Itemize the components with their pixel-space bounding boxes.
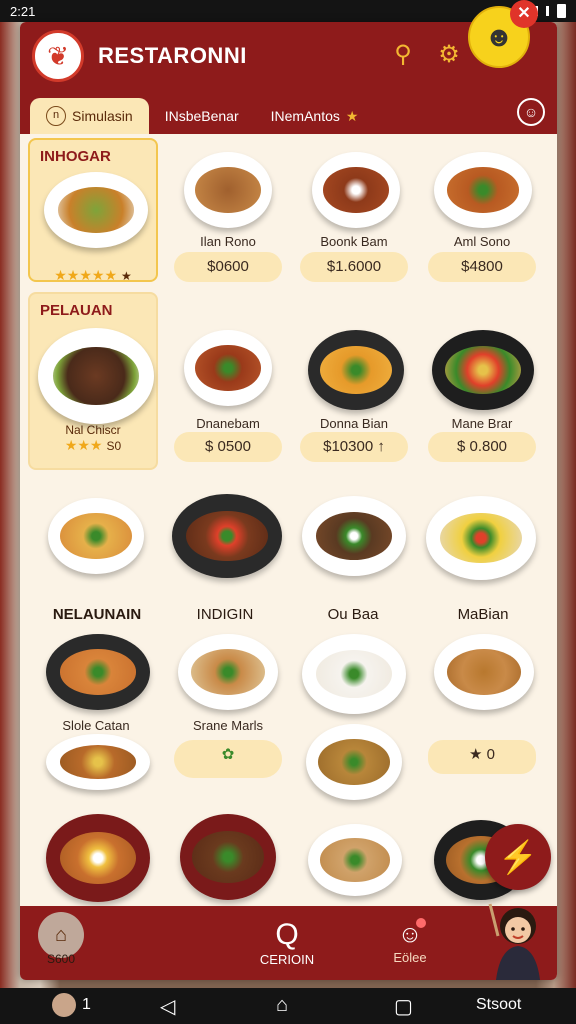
- app-title: RESTARONNI: [98, 43, 247, 68]
- category-tabs: n Simulasin INsbeBenar INemAntos ★ ☺: [20, 90, 557, 134]
- tab-badge-icon: n: [46, 106, 66, 126]
- price-pill[interactable]: $0600: [174, 252, 282, 282]
- featured-card-title: PELAUAN: [40, 302, 113, 319]
- dish-image[interactable]: [46, 734, 150, 790]
- recents-icon[interactable]: ▢: [394, 994, 413, 1019]
- rating-stars: ★★★★★ ★: [54, 267, 132, 283]
- dish-image[interactable]: [312, 152, 400, 228]
- section-heading: MaBian: [457, 606, 509, 623]
- dish-image[interactable]: [172, 494, 282, 578]
- close-icon[interactable]: ✕: [510, 0, 538, 28]
- assistant-avatar[interactable]: [478, 896, 548, 980]
- user-avatar-icon[interactable]: [52, 993, 76, 1017]
- dish-image[interactable]: [46, 814, 150, 902]
- back-icon[interactable]: ◁: [160, 994, 175, 1019]
- section-heading: NELAUNAIN: [52, 606, 142, 623]
- settings-icon[interactable]: ⚙: [434, 40, 464, 70]
- system-count: 1: [82, 996, 91, 1013]
- battery-icon: [557, 4, 566, 18]
- dish-name: Ilan Rono: [200, 234, 256, 249]
- bottom-nav: ⌂ S600 Q CERIOIN ☺ Eölee: [20, 903, 557, 980]
- dish-name: Boonk Bam: [320, 234, 388, 249]
- price-pill[interactable]: $1.6000: [300, 252, 408, 282]
- face-icon: ☻: [484, 21, 514, 52]
- dish-image[interactable]: [302, 496, 406, 576]
- nav-search-label: CERIOIN: [259, 952, 315, 967]
- dish-image[interactable]: [178, 634, 278, 710]
- dish-image[interactable]: [432, 330, 534, 410]
- restaurant-logo[interactable]: ❦: [32, 30, 84, 82]
- search-icon: Q: [275, 918, 299, 951]
- nav-home-label: S600: [46, 952, 76, 966]
- profile-icon[interactable]: ☺: [517, 98, 545, 126]
- dish-image[interactable]: [46, 634, 150, 710]
- star-icon: ★: [345, 107, 359, 124]
- nav-offers-label: Eölee: [393, 950, 427, 965]
- dish-name: Srane Marls: [192, 718, 264, 733]
- featured-card-1[interactable]: INHOGAR ★★★★★ ★: [28, 138, 158, 283]
- nav-home[interactable]: ⌂ S600: [38, 912, 84, 966]
- nav-offers[interactable]: ☺ Eölee: [380, 918, 440, 965]
- price-pill[interactable]: $4800: [428, 252, 536, 282]
- notification-dot: [416, 918, 426, 928]
- dish-image[interactable]: [184, 152, 272, 228]
- dish-name: Donna Bian: [320, 416, 388, 431]
- tab-inemantos[interactable]: INemAntos ★: [255, 98, 375, 134]
- dish-image[interactable]: [308, 330, 404, 410]
- dish-image[interactable]: [48, 498, 144, 574]
- dish-name: Mane Brar: [451, 416, 513, 431]
- featured-dish-image: [44, 172, 148, 248]
- status-time: 2:21: [10, 3, 36, 19]
- app-window: ❦ RESTARONNI ⚲ ⚙ n Simulasin INsbeBenar …: [20, 22, 557, 980]
- price-pill[interactable]: $10300 ↑: [300, 432, 408, 462]
- tab-simulasin[interactable]: n Simulasin: [30, 98, 149, 134]
- price-pill[interactable]: $ 0.800: [428, 432, 536, 462]
- featured-dish-image: [38, 328, 154, 424]
- dish-image[interactable]: [308, 824, 402, 896]
- lightning-icon: ⚡: [498, 839, 538, 875]
- salad-icon: ✿: [221, 746, 235, 763]
- dish-image[interactable]: [426, 496, 536, 580]
- dish-image[interactable]: [184, 330, 272, 406]
- system-nav-bar: 1 ◁ ⌂ ▢ Stsoot: [0, 988, 576, 1024]
- bag-icon: ☺: [397, 921, 423, 948]
- section-heading: INDIGIN: [196, 606, 254, 623]
- rating-stars: ★★★ S0: [64, 437, 122, 453]
- featured-card-2[interactable]: PELAUAN Nal Chiscr ★★★ S0: [28, 292, 158, 470]
- featured-card-title: INHOGAR: [40, 148, 111, 165]
- section-heading: Ou Baa: [327, 606, 379, 623]
- price-pill[interactable]: ★ 0: [428, 740, 536, 774]
- home-nav-icon[interactable]: ⌂: [276, 994, 288, 1017]
- dish-image[interactable]: [434, 634, 534, 710]
- menu-grid: INHOGAR ★★★★★ ★ PELAUAN Nal Chiscr ★★★ S0 …: [20, 134, 557, 914]
- tab-insbebenar[interactable]: INsbeBenar: [149, 98, 255, 134]
- dish-preview-pill[interactable]: ✿: [174, 740, 282, 778]
- quick-order-button[interactable]: ⚡: [485, 824, 551, 890]
- system-right-label: Stsoot: [476, 996, 522, 1013]
- price-pill[interactable]: $ 0500: [174, 432, 282, 462]
- dish-name: Aml Sono: [453, 234, 511, 249]
- dish-image[interactable]: [302, 634, 406, 714]
- dish-name: Dnanebam: [196, 416, 260, 431]
- dish-name: Slole Catan: [62, 718, 130, 733]
- dish-image[interactable]: [434, 152, 532, 228]
- nav-search[interactable]: Q CERIOIN: [252, 918, 322, 967]
- dish-image[interactable]: [180, 814, 276, 900]
- dish-image[interactable]: [306, 724, 402, 800]
- search-icon[interactable]: ⚲: [388, 40, 418, 70]
- featured-card-name: Nal Chiscr: [65, 423, 121, 437]
